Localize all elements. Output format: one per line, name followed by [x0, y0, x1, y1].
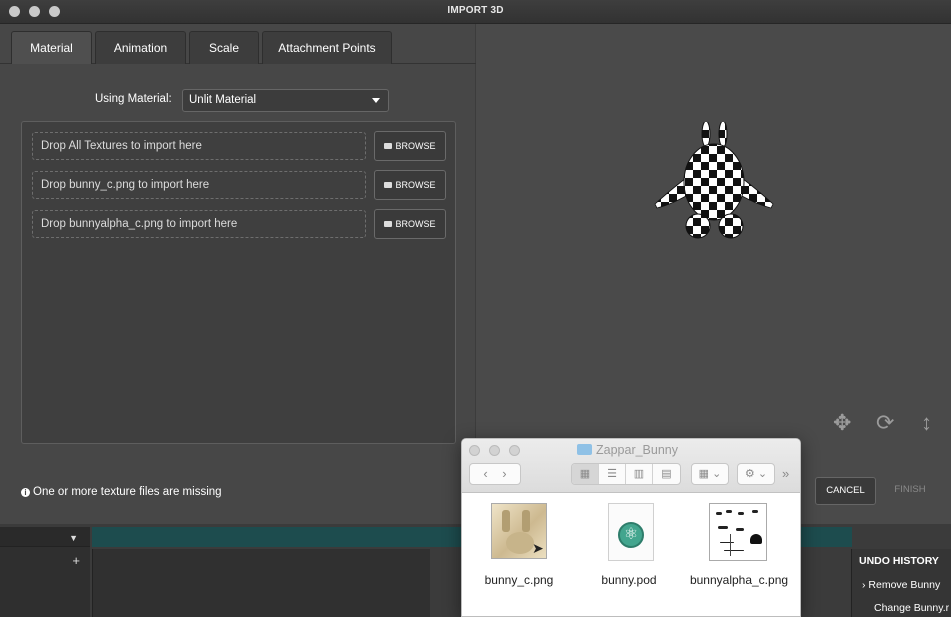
folder-icon — [384, 142, 393, 149]
chevron-right-icon: › — [862, 579, 866, 591]
gear-icon: ⚙ ⌄ — [744, 468, 768, 480]
dialog-titlebar: IMPORT 3D — [0, 0, 951, 24]
drop-zone-bunny-c[interactable]: Drop bunny_c.png to import here — [32, 171, 366, 199]
column-view-icon[interactable]: ▥ — [626, 464, 653, 484]
add-icon[interactable]: + — [72, 553, 80, 568]
arrange-icon: ▦ ⌄ — [698, 468, 722, 480]
icon-view-icon[interactable]: ▦ — [572, 464, 599, 484]
overflow-icon[interactable]: » — [782, 466, 789, 481]
info-icon: i — [21, 488, 30, 497]
screen: ▼ + UNDO HISTORY › Remove Bunny Change B… — [0, 0, 951, 617]
cursor-icon: ➤ — [532, 540, 544, 556]
browse-button-all-textures[interactable]: BROWSE — [374, 131, 446, 161]
finder-window: Zappar_Bunny ‹ › ▦ ☰ ▥ ▤ ▦ ⌄ ⚙ ⌄ » ➤ bunny_… — [461, 438, 801, 617]
scale-icon[interactable]: ↕ — [921, 412, 932, 434]
tab-bar: Material Animation Scale Attachment Poin… — [0, 31, 476, 64]
finder-close-button[interactable] — [469, 445, 480, 456]
tab-scale[interactable]: Scale — [189, 31, 259, 64]
finder-toolbar: Zappar_Bunny ‹ › ▦ ☰ ▥ ▤ ▦ ⌄ ⚙ ⌄ » — [462, 439, 800, 493]
drop-zone-all-textures[interactable]: Drop All Textures to import here — [32, 132, 366, 160]
alpha-texture-thumbnail — [709, 503, 767, 561]
undo-history-item[interactable]: Change Bunny.r — [874, 602, 949, 614]
folder-icon — [384, 220, 393, 227]
texture-drop-panel: Drop All Textures to import here BROWSE … — [21, 121, 456, 444]
undo-history-item[interactable]: › Remove Bunny — [862, 579, 940, 591]
move-icon[interactable]: ✥ — [833, 412, 851, 434]
back-forward-buttons[interactable]: ‹ › — [469, 463, 521, 485]
finder-minimize-button[interactable] — [489, 445, 500, 456]
cover-flow-icon[interactable]: ▤ — [653, 464, 680, 484]
tab-animation[interactable]: Animation — [95, 31, 186, 64]
rotate-icon[interactable]: ⟳ — [876, 412, 894, 434]
back-icon[interactable]: ‹ — [483, 466, 487, 481]
atom-icon: ⚛ — [618, 522, 644, 548]
warning-text: One or more texture files are missing — [33, 486, 222, 498]
cancel-button[interactable]: CANCEL — [815, 477, 876, 505]
tab-attachment-points[interactable]: Attachment Points — [262, 31, 392, 64]
file-name: bunny.pod — [601, 573, 657, 587]
document-icon: ⚛ — [608, 503, 654, 561]
tab-material[interactable]: Material — [11, 31, 92, 64]
settings-pane: Material Animation Scale Attachment Poin… — [0, 24, 476, 524]
dialog-title: IMPORT 3D — [447, 5, 504, 16]
finder-zoom-button[interactable] — [509, 445, 520, 456]
browse-button-bunny-c[interactable]: BROWSE — [374, 170, 446, 200]
app-panel-strip — [92, 549, 430, 617]
bunny-model-preview — [654, 122, 774, 239]
undo-history-panel: UNDO HISTORY › Remove Bunny Change Bunny… — [851, 549, 951, 617]
list-view-icon[interactable]: ☰ — [599, 464, 626, 484]
app-left-header: ▼ — [0, 527, 90, 547]
chevron-down-icon — [372, 98, 380, 103]
view-mode-selector[interactable]: ▦ ☰ ▥ ▤ — [571, 463, 681, 485]
folder-icon — [384, 181, 393, 188]
browse-button-bunnyalpha-c[interactable]: BROWSE — [374, 209, 446, 239]
finish-button[interactable]: FINISH — [884, 477, 936, 505]
finder-title: Zappar_Bunny — [577, 443, 678, 457]
material-select[interactable]: Unlit Material — [182, 89, 389, 112]
material-row: Using Material: Unlit Material — [0, 89, 476, 112]
material-select-value: Unlit Material — [189, 94, 257, 106]
arrange-button[interactable]: ▦ ⌄ — [691, 463, 729, 485]
texture-thumbnail: ➤ — [491, 503, 547, 559]
using-material-label: Using Material: — [95, 93, 172, 105]
file-name: bunny_c.png — [484, 573, 554, 587]
missing-texture-warning: i One or more texture files are missing — [21, 486, 222, 498]
file-name: bunnyalpha_c.png — [689, 573, 789, 587]
caret-down-icon[interactable]: ▼ — [69, 533, 78, 543]
forward-icon[interactable]: › — [502, 466, 506, 481]
folder-icon — [577, 444, 592, 455]
app-left-panel: ▼ + — [0, 527, 90, 617]
action-button[interactable]: ⚙ ⌄ — [737, 463, 775, 485]
undo-history-title: UNDO HISTORY — [859, 555, 939, 567]
drop-zone-bunnyalpha-c[interactable]: Drop bunnyalpha_c.png to import here — [32, 210, 366, 238]
